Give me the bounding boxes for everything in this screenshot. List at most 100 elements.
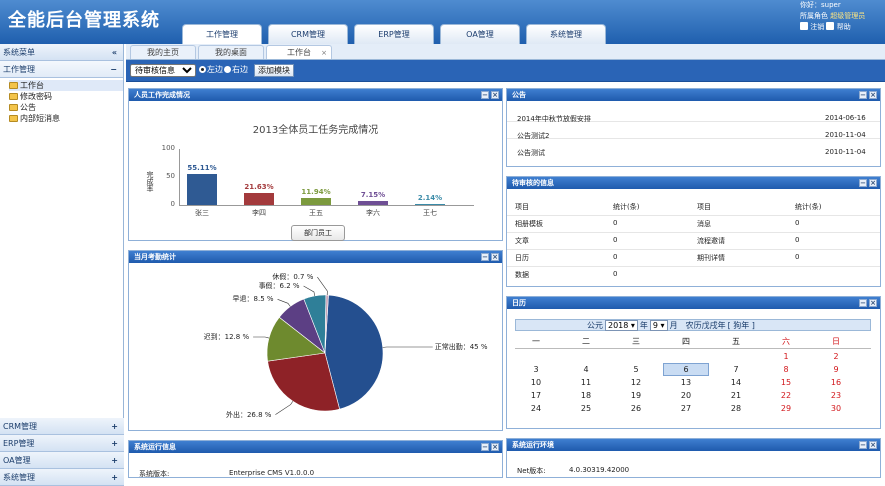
radio-left[interactable]: 左边: [199, 64, 223, 75]
close-icon[interactable]: ×: [491, 443, 499, 451]
weekday-label: 六: [771, 336, 801, 347]
topnav-system[interactable]: 系统管理: [526, 24, 606, 44]
minimize-icon[interactable]: −: [859, 299, 867, 307]
pie-leader-line: [278, 299, 291, 306]
calendar-day[interactable]: 17: [521, 391, 551, 400]
calendar-day[interactable]: 18: [571, 391, 601, 400]
pie-leader-line: [253, 337, 269, 338]
calendar-day[interactable]: 2: [821, 352, 851, 361]
radio-right[interactable]: 右边: [224, 64, 248, 75]
help-link[interactable]: 帮助: [837, 23, 851, 31]
calendar-day[interactable]: 28: [721, 404, 751, 413]
sidebar-item-messages[interactable]: 内部短消息: [9, 113, 123, 124]
close-icon[interactable]: ×: [869, 179, 877, 187]
group-toggle-icon[interactable]: −: [110, 61, 117, 78]
pending-cell[interactable]: 消息: [697, 219, 711, 229]
close-icon[interactable]: ×: [491, 253, 499, 261]
weekday-label: 一: [521, 336, 551, 347]
calendar-day[interactable]: 24: [521, 404, 551, 413]
notice-item[interactable]: 公告测试2: [517, 131, 549, 141]
collapse-sidebar-button[interactable]: «: [112, 44, 117, 61]
close-icon[interactable]: ×: [491, 91, 499, 99]
sidebar-header: 系统菜单 «: [0, 44, 123, 61]
calendar-day[interactable]: 26: [621, 404, 651, 413]
calendar-day[interactable]: 19: [621, 391, 651, 400]
sidebar-item-notice[interactable]: 公告: [9, 102, 123, 113]
calendar-day[interactable]: 25: [571, 404, 601, 413]
minimize-icon[interactable]: −: [481, 443, 489, 451]
calendar-day[interactable]: 11: [571, 378, 601, 387]
module-select[interactable]: 待审核信息: [130, 64, 196, 77]
pie-leader-line: [304, 286, 315, 296]
calendar-day[interactable]: 9: [821, 365, 851, 374]
tab-my-desktop[interactable]: 我的桌面: [198, 45, 264, 59]
sidebar-item-workbench[interactable]: 工作台: [9, 80, 123, 91]
sidebar-group-work[interactable]: 工作管理 −: [0, 61, 123, 78]
logout-link[interactable]: 注销: [810, 23, 824, 31]
calendar-day[interactable]: 15: [771, 378, 801, 387]
pending-cell[interactable]: 数据: [515, 270, 529, 280]
calendar-day[interactable]: 5: [621, 365, 651, 374]
sidebar-group-oa[interactable]: OA管理+: [0, 452, 124, 469]
calendar-day[interactable]: 4: [571, 365, 601, 374]
minimize-icon[interactable]: −: [481, 91, 489, 99]
pending-cell[interactable]: 相册模板: [515, 219, 543, 229]
tab-label: 工作台: [287, 48, 311, 57]
panel-header: 当月考勤统计−×: [129, 251, 502, 263]
pending-cell[interactable]: 流程邀请: [697, 236, 725, 246]
calendar-day[interactable]: 20: [671, 391, 701, 400]
calendar-day[interactable]: 6: [671, 365, 701, 374]
calendar-day[interactable]: 21: [721, 391, 751, 400]
topnav-crm[interactable]: CRM管理: [268, 24, 348, 44]
calendar-day[interactable]: 27: [671, 404, 701, 413]
minimize-icon[interactable]: −: [859, 441, 867, 449]
close-icon[interactable]: ×: [321, 46, 327, 60]
minimize-icon[interactable]: −: [481, 253, 489, 261]
tab-workbench[interactable]: 工作台 ×: [266, 45, 332, 59]
sidebar-group-crm[interactable]: CRM管理+: [0, 418, 124, 435]
close-icon[interactable]: ×: [869, 299, 877, 307]
panel-attendance: 当月考勤统计−× 正常出勤：45 %外出：26.8 %迟到：12.8 %早退：8…: [128, 250, 503, 431]
calendar-day[interactable]: 7: [721, 365, 751, 374]
calendar-day[interactable]: 22: [771, 391, 801, 400]
calendar-day[interactable]: 14: [721, 378, 751, 387]
sidebar-group-erp[interactable]: ERP管理+: [0, 435, 124, 452]
close-icon[interactable]: ×: [869, 441, 877, 449]
minimize-icon[interactable]: −: [859, 91, 867, 99]
calendar-day[interactable]: 1: [771, 352, 801, 361]
panel-title: 日历: [512, 299, 526, 307]
calendar-day[interactable]: 3: [521, 365, 551, 374]
calendar-day[interactable]: 12: [621, 378, 651, 387]
topnav-erp[interactable]: ERP管理: [354, 24, 434, 44]
expand-icon[interactable]: +: [111, 418, 118, 435]
bar-chart: 2013全体员工任务完成情况 完成率 05010055.11%张三21.63%李…: [129, 101, 502, 240]
folder-icon: [9, 93, 18, 100]
calendar-day[interactable]: 29: [771, 404, 801, 413]
pending-cell[interactable]: 期刊详情: [697, 253, 725, 263]
panel-staff-completion: 人员工作完成情况−× 2013全体员工任务完成情况 完成率 05010055.1…: [128, 88, 503, 241]
sidebar-item-change-password[interactable]: 修改密码: [9, 91, 123, 102]
notice-item[interactable]: 公告测试: [517, 148, 545, 158]
pending-cell[interactable]: 日历: [515, 253, 529, 263]
tab-my-home[interactable]: 我的主页: [130, 45, 196, 59]
calendar-day[interactable]: 30: [821, 404, 851, 413]
add-module-button[interactable]: 添加模块: [254, 64, 294, 77]
calendar-day[interactable]: 16: [821, 378, 851, 387]
radio-checked-icon: [199, 66, 206, 73]
notice-list: 2014年中秋节放假安排 2014-06-16 公告测试2 2010-11-04…: [507, 101, 880, 166]
notice-item[interactable]: 2014年中秋节放假安排: [517, 114, 591, 124]
calendar-day[interactable]: 8: [771, 365, 801, 374]
data-label: 21.63%: [238, 183, 280, 191]
department-staff-button[interactable]: 部门员工: [291, 225, 345, 241]
calendar-day[interactable]: 13: [671, 378, 701, 387]
expand-icon[interactable]: +: [111, 435, 118, 452]
topnav-work[interactable]: 工作管理: [182, 24, 262, 44]
calendar-day[interactable]: 23: [821, 391, 851, 400]
x-axis: [179, 205, 474, 206]
minimize-icon[interactable]: −: [859, 179, 867, 187]
topnav-oa[interactable]: OA管理: [440, 24, 520, 44]
calendar-day[interactable]: 10: [521, 378, 551, 387]
expand-icon[interactable]: +: [111, 452, 118, 469]
pending-cell[interactable]: 文章: [515, 236, 529, 246]
close-icon[interactable]: ×: [869, 91, 877, 99]
